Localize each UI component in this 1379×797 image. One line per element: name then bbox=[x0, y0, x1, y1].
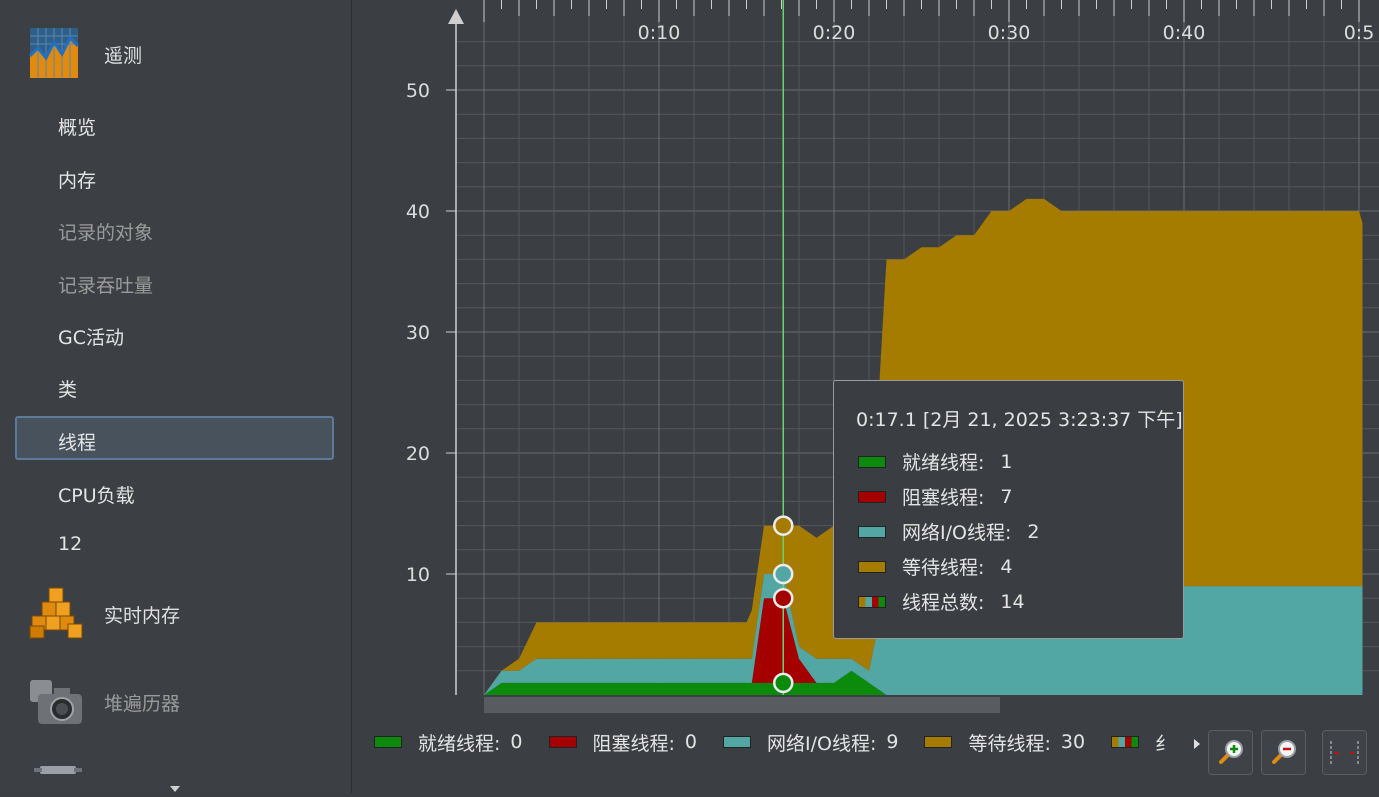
x-tick-label: 0:30 bbox=[988, 22, 1031, 44]
x-tick-label: 0:40 bbox=[1163, 22, 1206, 44]
tooltip-row-value: 7 bbox=[1000, 485, 1013, 508]
tooltip-row-value: 1 bbox=[1000, 450, 1013, 473]
zoom-out-button[interactable] bbox=[1261, 730, 1306, 775]
legend-overflow-arrow-icon[interactable] bbox=[1193, 735, 1201, 754]
sidebar-section-label: 堆遍历器 bbox=[104, 692, 181, 715]
y-tick-label: 50 bbox=[406, 80, 430, 102]
x-tick-label: 0:20 bbox=[813, 22, 856, 44]
sidebar-scroll-down-icon[interactable] bbox=[169, 778, 181, 797]
sidebar-section-label: 实时内存 bbox=[104, 604, 181, 627]
tooltip-row: 阻塞线程: 7 bbox=[858, 483, 1013, 510]
y-tick-label: 10 bbox=[406, 564, 430, 586]
zoom-in-icon bbox=[1219, 740, 1243, 764]
sidebar-section-telemetry[interactable]: 遥测 bbox=[0, 26, 142, 82]
sidebar-item-classes[interactable]: 类 bbox=[58, 375, 77, 402]
fit-to-window-button[interactable] bbox=[1322, 730, 1367, 775]
y-tick-label: 30 bbox=[406, 322, 430, 344]
sidebar-item-cpu-load[interactable]: CPU负载 bbox=[58, 481, 135, 508]
tooltip-row-label: 等待线程: bbox=[902, 557, 985, 579]
legend-value: 0 bbox=[684, 731, 697, 753]
telemetry-icon bbox=[28, 26, 84, 82]
legend-label: 阻塞线程: bbox=[592, 732, 675, 755]
live-memory-icon bbox=[28, 586, 84, 642]
tooltip-row: 线程总数: 14 bbox=[858, 588, 1025, 615]
sidebar-section-heap-walker[interactable]: 堆遍历器 bbox=[0, 674, 180, 730]
tooltip-row-label: 就绪线程: bbox=[902, 452, 985, 474]
tooltip-row-value: 2 bbox=[1027, 520, 1040, 543]
sidebar-partial-icon bbox=[34, 762, 82, 781]
tooltip-row-label: 网络I/O线程: bbox=[902, 522, 1012, 544]
legend-label: 纟 bbox=[1155, 732, 1175, 755]
legend-value: 0 bbox=[510, 731, 523, 753]
blocked-swatch-icon bbox=[858, 490, 886, 503]
cursor-marker-waiting bbox=[773, 515, 794, 536]
legend-item-blocked[interactable]: 阻塞线程: 0 bbox=[548, 729, 697, 756]
legend-label: 网络I/O线程: bbox=[767, 732, 877, 755]
legend-item-netio[interactable]: 网络I/O线程: 9 bbox=[723, 729, 898, 756]
zoom-in-button[interactable] bbox=[1208, 730, 1253, 775]
runnable-swatch-icon bbox=[858, 455, 886, 468]
tooltip-row: 就绪线程: 1 bbox=[858, 448, 1013, 475]
y-axis-arrow-icon bbox=[448, 9, 464, 24]
chart-cursor bbox=[773, 0, 794, 695]
blocked-swatch-icon bbox=[548, 736, 577, 748]
legend-value: 30 bbox=[1060, 731, 1086, 753]
cursor-marker-blocked bbox=[773, 587, 794, 609]
cursor-marker-runnable bbox=[773, 672, 794, 694]
waiting-swatch-icon bbox=[924, 736, 953, 748]
tooltip-title: 0:17.1 [2月 21, 2025 3:23:37 下午] bbox=[856, 409, 1183, 431]
tooltip-row-label: 阻塞线程: bbox=[902, 487, 985, 509]
sidebar-item-recorded-throughput[interactable]: 记录吞吐量 bbox=[58, 271, 153, 298]
heap-walker-camera-icon bbox=[28, 674, 84, 730]
zoom-out-icon bbox=[1272, 740, 1296, 764]
sidebar-item-gc-activity[interactable]: GC活动 bbox=[58, 323, 124, 350]
sidebar-item-threads[interactable]: 线程 bbox=[58, 428, 96, 455]
sidebar-item-recorded-objects[interactable]: 记录的对象 bbox=[58, 218, 153, 245]
legend-item-total[interactable]: 纟 bbox=[1111, 729, 1174, 756]
sidebar: 遥测 概览 内存 记录的对象 记录吞吐量 GC活动 类 线程 CPU负载 12 … bbox=[0, 0, 352, 793]
tooltip-row: 网络I/O线程: 2 bbox=[858, 518, 1039, 545]
total-swatch-icon bbox=[858, 595, 886, 608]
legend-label: 就绪线程: bbox=[418, 732, 501, 755]
legend-label: 等待线程: bbox=[968, 732, 1051, 755]
legend-item-runnable[interactable]: 就绪线程: 0 bbox=[374, 729, 523, 756]
fit-icon bbox=[1330, 741, 1359, 765]
legend-value: 9 bbox=[886, 731, 899, 753]
sidebar-item-overview[interactable]: 概览 bbox=[58, 113, 96, 140]
sidebar-section-live-memory[interactable]: 实时内存 bbox=[0, 586, 180, 642]
total-swatch-icon bbox=[1111, 736, 1140, 748]
tooltip-row-value: 4 bbox=[1000, 555, 1013, 578]
cursor-marker-netio bbox=[773, 563, 794, 585]
tooltip-row: 等待线程: 4 bbox=[858, 553, 1013, 580]
chart-legend: 就绪线程: 0 阻塞线程: 0 网络I/O线程: 9 等待线程: 30 纟 bbox=[374, 728, 1206, 756]
netio-swatch-icon bbox=[858, 525, 886, 538]
tooltip-row-value: 14 bbox=[1000, 590, 1025, 613]
runnable-swatch-icon bbox=[374, 736, 402, 748]
waiting-swatch-icon bbox=[858, 560, 886, 573]
sidebar-item-12[interactable]: 12 bbox=[58, 533, 82, 555]
x-tick-label: 0:5 bbox=[1344, 22, 1375, 44]
time-scrollbar[interactable] bbox=[484, 697, 1000, 713]
y-tick-label: 20 bbox=[406, 443, 430, 465]
netio-swatch-icon bbox=[723, 736, 751, 748]
sidebar-item-memory[interactable]: 内存 bbox=[58, 166, 96, 193]
tooltip-row-label: 线程总数: bbox=[902, 592, 985, 614]
sidebar-section-label: 遥测 bbox=[104, 44, 143, 67]
x-tick-label: 0:10 bbox=[638, 22, 681, 44]
legend-item-waiting[interactable]: 等待线程: 30 bbox=[924, 729, 1085, 756]
chart-tooltip: 0:17.1 [2月 21, 2025 3:23:37 下午] 就绪线程: 1 … bbox=[833, 380, 1184, 639]
y-tick-label: 40 bbox=[406, 201, 430, 223]
